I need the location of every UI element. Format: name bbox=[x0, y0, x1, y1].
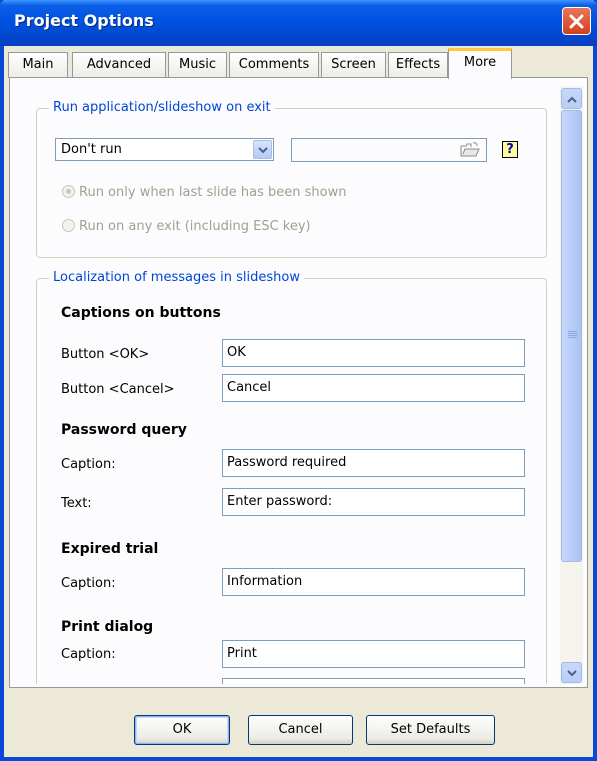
password-heading: Password query bbox=[61, 422, 187, 438]
run-mode-combo[interactable]: Don't run bbox=[55, 138, 274, 161]
print-heading: Print dialog bbox=[61, 619, 154, 635]
tab-comments[interactable]: Comments bbox=[229, 52, 319, 78]
pw-text-label: Text: bbox=[61, 496, 92, 511]
radio-last-slide-label: Run only when last slide has been shown bbox=[79, 185, 347, 200]
ok-caption-input[interactable]: OK bbox=[222, 339, 525, 367]
print-caption-label: Caption: bbox=[61, 647, 116, 662]
exp-caption-label: Caption: bbox=[61, 576, 116, 591]
scroll-up-button[interactable] bbox=[561, 88, 582, 109]
run-group-title: Run application/slideshow on exit bbox=[49, 100, 275, 115]
tab-advanced[interactable]: Advanced bbox=[72, 52, 166, 78]
radio-unchecked-icon bbox=[62, 219, 75, 232]
pw-text-input[interactable]: Enter password: bbox=[222, 488, 525, 516]
help-icon[interactable]: ? bbox=[502, 141, 518, 158]
tab-music[interactable]: Music bbox=[168, 52, 227, 78]
expired-heading: Expired trial bbox=[61, 541, 159, 557]
run-on-exit-group: Run application/slideshow on exit bbox=[36, 100, 547, 258]
tab-effects[interactable]: Effects bbox=[388, 52, 448, 78]
captions-heading: Captions on buttons bbox=[61, 305, 221, 321]
vertical-scrollbar[interactable] bbox=[560, 86, 583, 684]
set-defaults-button[interactable]: Set Defaults bbox=[366, 715, 495, 745]
chevron-up-icon bbox=[567, 96, 577, 103]
print-text-input[interactable] bbox=[222, 678, 525, 684]
ok-caption-label: Button <OK> bbox=[61, 347, 150, 362]
cancel-button[interactable]: Cancel bbox=[248, 715, 353, 745]
chevron-down-icon[interactable] bbox=[253, 140, 272, 159]
close-icon bbox=[569, 14, 584, 29]
close-button[interactable] bbox=[562, 7, 591, 35]
localization-group-title: Localization of messages in slideshow bbox=[49, 270, 304, 285]
ok-button[interactable]: OK bbox=[134, 715, 230, 745]
run-path-field[interactable] bbox=[291, 138, 487, 162]
tab-main[interactable]: Main bbox=[8, 52, 68, 78]
folder-open-icon[interactable] bbox=[459, 141, 481, 159]
cancel-caption-input[interactable]: Cancel bbox=[222, 374, 525, 402]
chevron-down-icon bbox=[567, 670, 577, 677]
pw-caption-label: Caption: bbox=[61, 457, 116, 472]
scroll-thumb[interactable] bbox=[561, 110, 582, 562]
title-bar[interactable]: Project Options bbox=[0, 0, 597, 46]
pw-caption-input[interactable]: Password required bbox=[222, 449, 525, 477]
run-mode-value: Don't run bbox=[61, 142, 122, 157]
print-caption-input[interactable]: Print bbox=[222, 640, 525, 668]
radio-last-slide[interactable]: Run only when last slide has been shown bbox=[62, 185, 346, 200]
options-scroll-area: Run application/slideshow on exit Don't … bbox=[18, 86, 559, 684]
tab-screen[interactable]: Screen bbox=[321, 52, 386, 78]
cancel-caption-label: Button <Cancel> bbox=[61, 382, 175, 397]
tab-more[interactable]: More bbox=[448, 48, 512, 79]
window-title: Project Options bbox=[14, 11, 154, 30]
radio-checked-icon bbox=[62, 185, 75, 198]
grip-icon bbox=[568, 331, 577, 339]
tab-strip: Main Advanced Music Comments Screen Effe… bbox=[8, 48, 588, 79]
radio-any-exit[interactable]: Run on any exit (including ESC key) bbox=[62, 219, 311, 234]
exp-caption-input[interactable]: Information bbox=[222, 568, 525, 596]
scroll-down-button[interactable] bbox=[561, 662, 582, 683]
radio-any-exit-label: Run on any exit (including ESC key) bbox=[79, 219, 311, 234]
